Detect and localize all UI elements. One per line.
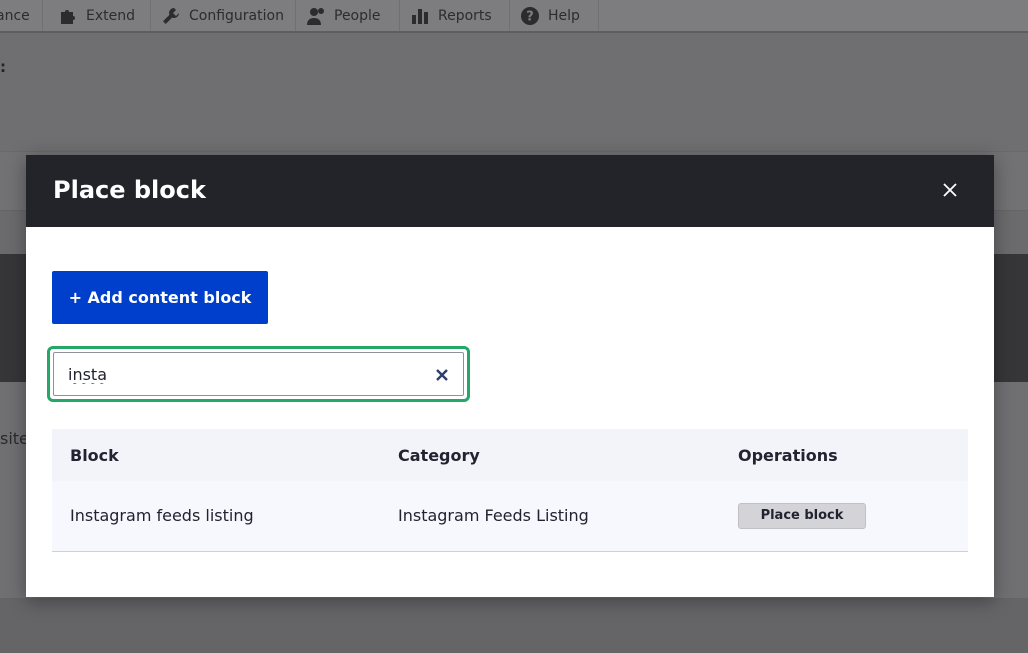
- block-category-cell: Instagram Feeds Listing: [398, 506, 589, 526]
- toolbar-tab-label: People: [334, 7, 381, 24]
- toolbar-tab-help[interactable]: ? Help: [510, 0, 599, 31]
- background-content: [0, 33, 1028, 151]
- background-footer: [0, 598, 1028, 653]
- dialog-title: Place block: [53, 176, 206, 204]
- column-header-category: Category: [398, 445, 480, 465]
- block-filter-input[interactable]: [53, 352, 464, 396]
- toolbar-tab-configuration[interactable]: Configuration: [151, 0, 296, 31]
- toolbar-tab-label: Help: [548, 7, 580, 24]
- table-row: Instagram feeds listing Instagram Feeds …: [52, 481, 968, 551]
- toolbar-tab-extend[interactable]: Extend: [42, 0, 151, 31]
- toolbar-tab-appearance[interactable]: ance: [0, 0, 43, 31]
- wrench-icon: [161, 6, 181, 26]
- people-icon: [306, 6, 326, 26]
- toolbar-tab-label: ance: [0, 7, 30, 24]
- close-button[interactable]: [934, 175, 966, 207]
- toolbar-tab-people[interactable]: People: [296, 0, 400, 31]
- column-header-operations: Operations: [738, 445, 838, 465]
- block-name-cell: Instagram feeds listing: [70, 506, 254, 526]
- toolbar-tab-reports[interactable]: Reports: [400, 0, 510, 31]
- operations-cell: Place block: [720, 481, 968, 551]
- close-icon: [943, 182, 957, 201]
- block-table: Block Category Operations Instagram feed…: [52, 429, 968, 552]
- dialog-header: Place block: [26, 155, 994, 227]
- toolbar-tab-label: Configuration: [189, 7, 284, 24]
- place-block-button[interactable]: Place block: [738, 502, 866, 529]
- clear-search-button[interactable]: [433, 366, 451, 384]
- toolbar-tab-label: Reports: [438, 7, 492, 24]
- background-text: site: [0, 429, 29, 448]
- add-content-block-button[interactable]: + Add content block: [52, 271, 268, 324]
- table-header-row: Block Category Operations: [52, 429, 968, 481]
- help-icon: ?: [520, 6, 540, 26]
- toolbar-tab-label: Extend: [86, 7, 135, 24]
- bar-chart-icon: [410, 6, 430, 26]
- admin-toolbar: ance Extend Configuration People Reports…: [0, 0, 1028, 33]
- column-header-block: Block: [70, 445, 119, 465]
- puzzle-icon: [58, 6, 78, 26]
- close-icon: [436, 366, 448, 385]
- background-text: :: [0, 58, 6, 76]
- search-focus-ring: [47, 346, 470, 402]
- svg-text:?: ?: [526, 9, 534, 24]
- place-block-dialog: Place block + Add content block Block Ca…: [26, 155, 994, 597]
